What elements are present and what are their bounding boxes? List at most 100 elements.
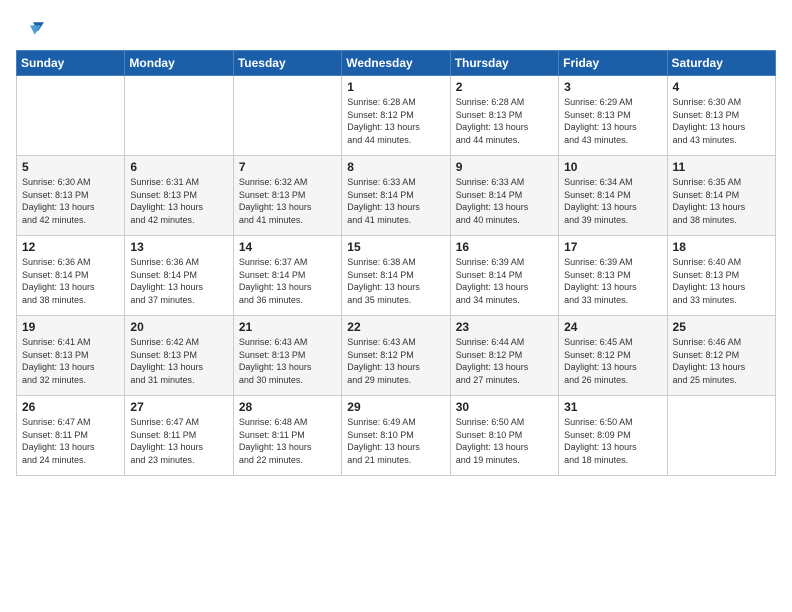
calendar-cell: 9 Sunrise: 6:33 AM Sunset: 8:14 PM Daylig… [450,156,558,236]
logo-icon [16,16,44,44]
day-number: 13 [130,240,227,254]
day-number: 21 [239,320,336,334]
day-info: Sunrise: 6:36 AM Sunset: 8:14 PM Dayligh… [130,256,227,306]
calendar-cell: 18 Sunrise: 6:40 AM Sunset: 8:13 PM Dayli… [667,236,775,316]
day-number: 23 [456,320,553,334]
day-number: 16 [456,240,553,254]
day-info: Sunrise: 6:50 AM Sunset: 8:10 PM Dayligh… [456,416,553,466]
day-info: Sunrise: 6:50 AM Sunset: 8:09 PM Dayligh… [564,416,661,466]
calendar-cell: 8 Sunrise: 6:33 AM Sunset: 8:14 PM Daylig… [342,156,450,236]
day-number: 14 [239,240,336,254]
day-info: Sunrise: 6:39 AM Sunset: 8:13 PM Dayligh… [564,256,661,306]
header-row: SundayMondayTuesdayWednesdayThursdayFrid… [17,51,776,76]
day-header-friday: Friday [559,51,667,76]
calendar-cell: 25 Sunrise: 6:46 AM Sunset: 8:12 PM Dayli… [667,316,775,396]
day-number: 3 [564,80,661,94]
day-info: Sunrise: 6:37 AM Sunset: 8:14 PM Dayligh… [239,256,336,306]
day-number: 1 [347,80,444,94]
day-info: Sunrise: 6:33 AM Sunset: 8:14 PM Dayligh… [456,176,553,226]
calendar-cell: 24 Sunrise: 6:45 AM Sunset: 8:12 PM Dayli… [559,316,667,396]
calendar-cell: 4 Sunrise: 6:30 AM Sunset: 8:13 PM Daylig… [667,76,775,156]
day-number: 31 [564,400,661,414]
day-number: 26 [22,400,119,414]
day-number: 12 [22,240,119,254]
day-number: 6 [130,160,227,174]
calendar-cell: 12 Sunrise: 6:36 AM Sunset: 8:14 PM Dayli… [17,236,125,316]
day-info: Sunrise: 6:33 AM Sunset: 8:14 PM Dayligh… [347,176,444,226]
day-info: Sunrise: 6:30 AM Sunset: 8:13 PM Dayligh… [673,96,770,146]
day-number: 25 [673,320,770,334]
day-number: 2 [456,80,553,94]
day-info: Sunrise: 6:43 AM Sunset: 8:12 PM Dayligh… [347,336,444,386]
calendar-cell: 30 Sunrise: 6:50 AM Sunset: 8:10 PM Dayli… [450,396,558,476]
day-number: 19 [22,320,119,334]
day-info: Sunrise: 6:32 AM Sunset: 8:13 PM Dayligh… [239,176,336,226]
calendar-cell: 10 Sunrise: 6:34 AM Sunset: 8:14 PM Dayli… [559,156,667,236]
day-header-saturday: Saturday [667,51,775,76]
day-info: Sunrise: 6:49 AM Sunset: 8:10 PM Dayligh… [347,416,444,466]
day-number: 29 [347,400,444,414]
day-number: 27 [130,400,227,414]
calendar-cell [17,76,125,156]
day-header-tuesday: Tuesday [233,51,341,76]
calendar-cell: 31 Sunrise: 6:50 AM Sunset: 8:09 PM Dayli… [559,396,667,476]
calendar-table: SundayMondayTuesdayWednesdayThursdayFrid… [16,50,776,476]
day-info: Sunrise: 6:38 AM Sunset: 8:14 PM Dayligh… [347,256,444,306]
day-info: Sunrise: 6:36 AM Sunset: 8:14 PM Dayligh… [22,256,119,306]
page-header [16,16,776,44]
day-number: 10 [564,160,661,174]
calendar-cell: 29 Sunrise: 6:49 AM Sunset: 8:10 PM Dayli… [342,396,450,476]
calendar-week-4: 19 Sunrise: 6:41 AM Sunset: 8:13 PM Dayli… [17,316,776,396]
calendar-cell: 21 Sunrise: 6:43 AM Sunset: 8:13 PM Dayli… [233,316,341,396]
day-info: Sunrise: 6:44 AM Sunset: 8:12 PM Dayligh… [456,336,553,386]
calendar-cell [233,76,341,156]
day-number: 22 [347,320,444,334]
day-number: 18 [673,240,770,254]
calendar-cell: 13 Sunrise: 6:36 AM Sunset: 8:14 PM Dayli… [125,236,233,316]
day-number: 5 [22,160,119,174]
calendar-cell: 22 Sunrise: 6:43 AM Sunset: 8:12 PM Dayli… [342,316,450,396]
day-info: Sunrise: 6:47 AM Sunset: 8:11 PM Dayligh… [130,416,227,466]
calendar-cell [667,396,775,476]
day-number: 24 [564,320,661,334]
calendar-cell: 11Sunrise: 6:35 AM Sunset: 8:14 PM Dayli… [667,156,775,236]
day-info: Sunrise: 6:40 AM Sunset: 8:13 PM Dayligh… [673,256,770,306]
calendar-week-2: 5 Sunrise: 6:30 AM Sunset: 8:13 PM Daylig… [17,156,776,236]
calendar-week-3: 12 Sunrise: 6:36 AM Sunset: 8:14 PM Dayli… [17,236,776,316]
day-header-sunday: Sunday [17,51,125,76]
day-info: Sunrise: 6:28 AM Sunset: 8:12 PM Dayligh… [347,96,444,146]
calendar-cell: 7 Sunrise: 6:32 AM Sunset: 8:13 PM Daylig… [233,156,341,236]
day-number: 30 [456,400,553,414]
day-info: Sunrise: 6:41 AM Sunset: 8:13 PM Dayligh… [22,336,119,386]
calendar-cell: 2 Sunrise: 6:28 AM Sunset: 8:13 PM Daylig… [450,76,558,156]
day-number: 9 [456,160,553,174]
day-number: 28 [239,400,336,414]
calendar-cell: 5 Sunrise: 6:30 AM Sunset: 8:13 PM Daylig… [17,156,125,236]
logo [16,16,48,44]
day-number: 4 [673,80,770,94]
day-number: 8 [347,160,444,174]
day-info: Sunrise: 6:47 AM Sunset: 8:11 PM Dayligh… [22,416,119,466]
calendar-cell: 14 Sunrise: 6:37 AM Sunset: 8:14 PM Dayli… [233,236,341,316]
day-info: Sunrise: 6:45 AM Sunset: 8:12 PM Dayligh… [564,336,661,386]
day-info: Sunrise: 6:42 AM Sunset: 8:13 PM Dayligh… [130,336,227,386]
day-info: Sunrise: 6:46 AM Sunset: 8:12 PM Dayligh… [673,336,770,386]
calendar-cell: 6 Sunrise: 6:31 AM Sunset: 8:13 PM Daylig… [125,156,233,236]
day-info: Sunrise: 6:34 AM Sunset: 8:14 PM Dayligh… [564,176,661,226]
calendar-cell: 26 Sunrise: 6:47 AM Sunset: 8:11 PM Dayli… [17,396,125,476]
day-header-monday: Monday [125,51,233,76]
calendar-cell: 27 Sunrise: 6:47 AM Sunset: 8:11 PM Dayli… [125,396,233,476]
day-info: Sunrise: 6:43 AM Sunset: 8:13 PM Dayligh… [239,336,336,386]
calendar-cell: 3Sunrise: 6:29 AM Sunset: 8:13 PM Daylig… [559,76,667,156]
day-header-thursday: Thursday [450,51,558,76]
day-number: 20 [130,320,227,334]
calendar-cell: 23 Sunrise: 6:44 AM Sunset: 8:12 PM Dayli… [450,316,558,396]
day-info: Sunrise: 6:31 AM Sunset: 8:13 PM Dayligh… [130,176,227,226]
day-number: 7 [239,160,336,174]
day-info: Sunrise: 6:48 AM Sunset: 8:11 PM Dayligh… [239,416,336,466]
day-info: Sunrise: 6:30 AM Sunset: 8:13 PM Dayligh… [22,176,119,226]
day-info: Sunrise: 6:35 AM Sunset: 8:14 PM Dayligh… [673,176,770,226]
calendar-body: 1 Sunrise: 6:28 AM Sunset: 8:12 PM Daylig… [17,76,776,476]
day-info: Sunrise: 6:28 AM Sunset: 8:13 PM Dayligh… [456,96,553,146]
day-info: Sunrise: 6:39 AM Sunset: 8:14 PM Dayligh… [456,256,553,306]
